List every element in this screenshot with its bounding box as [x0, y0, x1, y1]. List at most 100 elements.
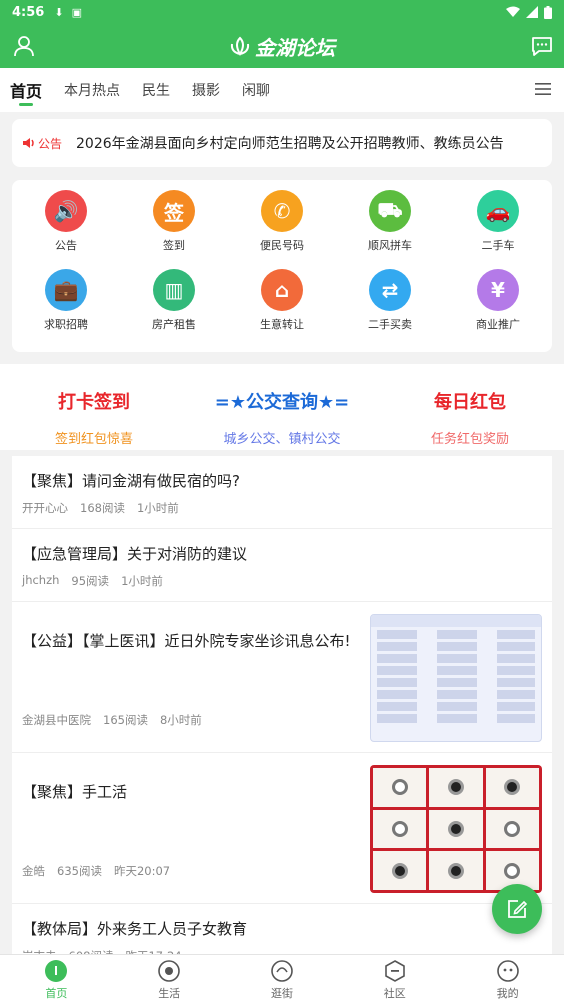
service-item[interactable]: ⌂ 生意转让	[228, 269, 336, 348]
signal-icon	[526, 6, 538, 18]
service-label: 便民号码	[260, 239, 304, 252]
speaker-icon: 🔊	[45, 190, 87, 232]
menu-icon[interactable]	[534, 80, 552, 98]
service-label: 公告	[55, 239, 77, 252]
post-item[interactable]: 【应急管理局】关于对消防的建议 jhchzh 95阅读 1小时前	[12, 529, 552, 602]
promo-subtitle: 签到红包惊喜	[54, 432, 133, 447]
nav-home[interactable]: 首页	[0, 955, 113, 1004]
service-item[interactable]: ⇄ 二手买卖	[336, 269, 444, 348]
post-author: jhchzh	[22, 573, 60, 587]
wifi-icon	[506, 6, 520, 17]
nav-profile[interactable]: 我的	[451, 955, 564, 1004]
post-item[interactable]: 【聚焦】请问金湖有做民宿的吗? 开开心心 168阅读 1小时前	[12, 456, 552, 529]
watch-image	[373, 768, 427, 807]
service-item[interactable]: ¥ 商业推广	[444, 269, 552, 348]
promo-title: =★公交查询★=	[214, 392, 350, 413]
post-meta: 开开心心 168阅读 1小时前	[22, 500, 542, 516]
nav-label: 生活	[158, 986, 181, 1000]
home-icon	[45, 959, 68, 982]
post-reads: 168阅读	[80, 501, 125, 515]
post-author: 金皓	[22, 864, 45, 878]
post-thumbnail-watches	[370, 765, 542, 893]
tab-monthly-hot[interactable]: 本月热点	[64, 68, 120, 112]
notification-icon: ▣	[71, 5, 82, 19]
briefcase-icon: 💼	[45, 269, 87, 311]
category-tabs: 首页 本月热点 民生 摄影 闲聊	[0, 68, 564, 112]
service-item[interactable]: ▥ 房产租售	[120, 269, 228, 348]
tab-livelihood[interactable]: 民生	[142, 68, 170, 112]
logo-icon	[230, 36, 250, 56]
building-icon: ▥	[153, 269, 195, 311]
car-icon: 🚗	[477, 190, 519, 232]
post-thumbnail-schedule-table	[370, 614, 542, 742]
watch-image	[429, 851, 483, 890]
service-label: 房产租售	[152, 318, 196, 331]
post-item[interactable]: 【教体局】外来务工人员子女教育 岸志未 608阅读 昨天17:24	[12, 904, 552, 956]
yen-icon: ¥	[477, 269, 519, 311]
promo-bus-query[interactable]: =★公交查询★= 城乡公交、镇村公交	[188, 364, 376, 450]
post-time: 1小时前	[136, 501, 179, 515]
promo-row: 打卡签到 签到红包惊喜 =★公交查询★= 城乡公交、镇村公交 每日红包 任务红包…	[0, 364, 564, 450]
status-bar: 4:56 ⬇ ▣	[0, 0, 564, 24]
service-label: 顺风拼车	[368, 239, 412, 252]
promo-sign-in[interactable]: 打卡签到 签到红包惊喜	[0, 364, 188, 450]
tab-photography[interactable]: 摄影	[192, 68, 220, 112]
tab-home[interactable]: 首页	[10, 68, 42, 112]
service-item[interactable]: ✆ 便民号码	[228, 190, 336, 269]
nav-community[interactable]: 社区	[338, 955, 451, 1004]
user-icon[interactable]	[12, 34, 36, 58]
nav-label: 逛街	[270, 986, 293, 1000]
download-icon: ⬇	[54, 5, 64, 19]
post-item[interactable]: 【公益】【掌上医讯】近日外院专家坐诊讯息公布! 金湖县中医院 165阅读 8小时…	[12, 602, 552, 753]
watch-image	[485, 768, 539, 807]
service-item[interactable]: ⛟ 顺风拼车	[336, 190, 444, 269]
shop-icon: ⌂	[261, 269, 303, 311]
bottom-nav: 首页 生活 逛街 社区 我的	[0, 954, 564, 1004]
service-label: 生意转让	[260, 318, 304, 331]
message-icon[interactable]	[530, 34, 554, 58]
post-reads: 95阅读	[71, 574, 110, 588]
watch-image	[373, 809, 427, 849]
nav-life[interactable]: 生活	[113, 955, 226, 1004]
watch-image	[485, 809, 539, 849]
promo-daily-red-packet[interactable]: 每日红包 任务红包奖励	[376, 364, 564, 450]
promo-title: 打卡签到	[58, 392, 130, 413]
carpool-icon: ⛟	[369, 190, 411, 232]
post-author: 开开心心	[22, 501, 68, 515]
post-time: 昨天20:07	[113, 864, 171, 878]
life-icon	[158, 959, 180, 982]
promo-title: 每日红包	[434, 392, 506, 413]
post-time: 1小时前	[121, 574, 163, 588]
post-reads: 165阅读	[103, 713, 148, 727]
post-time: 8小时前	[159, 713, 202, 727]
service-label: 商业推广	[476, 318, 520, 331]
service-label: 二手车	[481, 239, 515, 252]
notice-tag: 公告	[22, 135, 62, 152]
service-item[interactable]: 🚗 二手车	[444, 190, 552, 269]
service-grid: 🔊 公告 签签到 ✆ 便民号码 ⛟ 顺风拼车 🚗 二手车 💼 求职招聘 ▥ 房产租售 ⌂ 生意转让 ⇄ 二手买卖…	[12, 180, 552, 352]
service-item[interactable]: 签签到	[120, 190, 228, 269]
service-item[interactable]: 💼 求职招聘	[12, 269, 120, 348]
notice-text[interactable]: 2026年金湖县面向乡村定向师范生招聘及公开招聘教师、教练员公告	[76, 133, 504, 153]
post-title: 【聚焦】请问金湖有做民宿的吗?	[22, 472, 240, 490]
post-item[interactable]: 【聚焦】手工活 金皓 635阅读 昨天20:07	[12, 753, 552, 904]
community-icon	[384, 959, 405, 982]
post-meta: jhchzh 95阅读 1小时前	[22, 573, 542, 589]
speaker-icon	[23, 138, 34, 148]
tab-chat[interactable]: 闲聊	[242, 68, 270, 112]
app-logo: 金湖论坛	[229, 32, 335, 61]
profile-icon	[496, 959, 519, 982]
notice-bar[interactable]: 公告 2026年金湖县面向乡村定向师范生招聘及公开招聘教师、教练员公告	[12, 119, 552, 167]
service-item[interactable]: 🔊 公告	[12, 190, 120, 269]
phone-icon: ✆	[261, 190, 303, 232]
new-post-button[interactable]	[492, 884, 542, 934]
nav-shopping[interactable]: 逛街	[226, 955, 339, 1004]
post-reads: 635阅读	[57, 864, 102, 878]
battery-icon	[544, 5, 552, 19]
logo-text: 金湖论坛	[255, 35, 335, 60]
nav-label: 首页	[45, 986, 68, 1000]
post-title: 【公益】【掌上医讯】近日外院专家坐诊讯息公布!	[22, 632, 351, 650]
app-header: 金湖论坛	[0, 24, 564, 68]
post-meta: 金皓 635阅读 昨天20:07	[22, 863, 170, 879]
promo-subtitle: 任务红包奖励	[430, 432, 509, 447]
